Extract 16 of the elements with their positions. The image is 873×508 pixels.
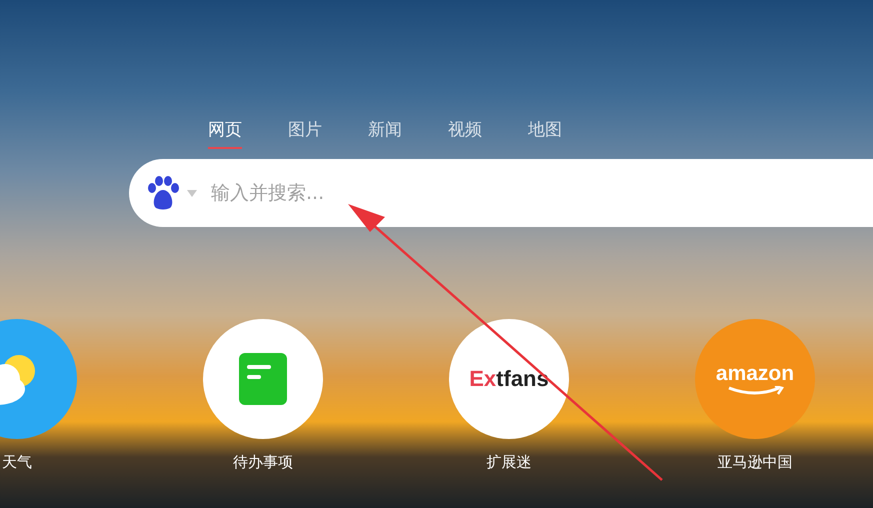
- paw-logo-icon: [147, 176, 179, 210]
- search-tab[interactable]: 新闻: [368, 118, 402, 149]
- shortcut-label: 扩展迷: [486, 453, 532, 472]
- note-icon: [239, 353, 287, 405]
- amazon-logo: amazon: [716, 362, 794, 396]
- shortcut-tile[interactable]: Extfans: [449, 319, 569, 439]
- shortcut-label: 待办事项: [233, 453, 293, 472]
- search-field[interactable]: 输入并搜索...: [209, 181, 713, 205]
- shortcut-label: 亚马逊中国: [718, 453, 792, 472]
- search-tab[interactable]: 图片: [288, 118, 322, 149]
- extfans-logo: Extfans: [469, 366, 549, 392]
- search-tab[interactable]: 视频: [448, 118, 482, 149]
- shortcut-tile[interactable]: amazon: [695, 319, 815, 439]
- shortcut-label: 天气: [2, 453, 32, 472]
- search-tab[interactable]: 地图: [528, 118, 562, 149]
- search-tab[interactable]: 网页: [208, 118, 242, 149]
